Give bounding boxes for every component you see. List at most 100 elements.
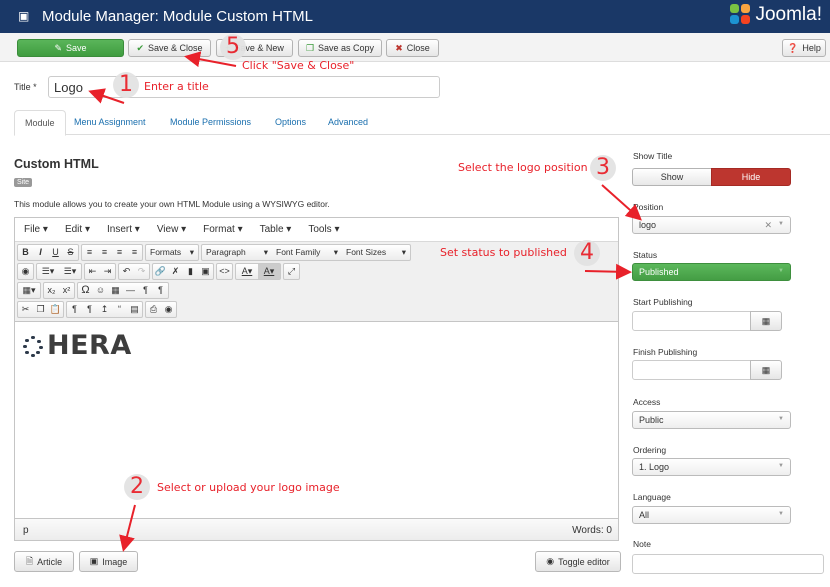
ltr-icon[interactable]: ¶ xyxy=(138,283,153,298)
joomla-logo[interactable]: Joomla! xyxy=(730,4,822,26)
app-header: ▣ Module Manager: Module Custom HTML Joo… xyxy=(0,0,830,33)
outdent-icon[interactable]: ⇤ xyxy=(85,264,100,279)
save-button[interactable]: ✎ Save xyxy=(17,39,124,57)
save-copy-button[interactable]: ❐ Save as Copy xyxy=(298,39,382,57)
access-select[interactable]: Public ▼ xyxy=(632,411,791,429)
step-1-badge: 1 xyxy=(113,72,139,98)
cancel-icon: ✖ xyxy=(395,42,403,53)
underline-icon[interactable]: U xyxy=(48,245,63,260)
bullet-list-icon[interactable]: ☰▾ xyxy=(37,264,59,279)
clear-icon[interactable]: ✕ xyxy=(764,220,772,231)
formats-dropdown[interactable]: Formats ▾ xyxy=(146,247,198,258)
find-replace-icon[interactable]: ◉ xyxy=(18,264,33,279)
finish-publishing-label: Finish Publishing xyxy=(633,347,698,357)
menu-edit[interactable]: Edit ▾ xyxy=(65,224,90,235)
edit-icon: ✎ xyxy=(54,42,63,53)
background-color-icon[interactable]: A▾ xyxy=(258,264,280,279)
status-select[interactable]: Published ▼ xyxy=(632,263,791,281)
indent-icon[interactable]: ⇥ xyxy=(100,264,115,279)
template-icon[interactable]: ▤ xyxy=(127,302,142,317)
eye-icon: ◉ xyxy=(546,556,555,566)
copy-text-icon[interactable]: ❐ xyxy=(33,302,48,317)
menu-view[interactable]: View ▾ xyxy=(157,224,186,235)
tab-options[interactable]: Options xyxy=(265,110,316,135)
horizontal-rule-icon[interactable]: — xyxy=(123,283,138,298)
ordering-select[interactable]: 1. Logo ▼ xyxy=(632,458,791,476)
font-family-dropdown[interactable]: Font Family ▾ xyxy=(272,247,342,258)
finish-calendar-button[interactable]: ▦ xyxy=(750,360,782,380)
start-calendar-button[interactable]: ▦ xyxy=(750,311,782,331)
step-1-text: Enter a title xyxy=(144,80,209,93)
cut-icon[interactable]: ✂ xyxy=(18,302,33,317)
strikethrough-icon[interactable]: S xyxy=(63,245,78,260)
unlink-icon[interactable]: ✗ xyxy=(168,264,183,279)
preview-icon[interactable]: ◉ xyxy=(161,302,176,317)
align-center-icon[interactable]: ≡ xyxy=(97,245,112,260)
fullscreen-icon[interactable]: ⤢ xyxy=(284,264,299,279)
toggle-editor-button[interactable]: ◉ Toggle editor xyxy=(535,551,621,572)
menu-file[interactable]: File ▾ xyxy=(24,224,48,235)
emoticons-icon[interactable]: ☺ xyxy=(93,283,108,298)
paragraph-dropdown[interactable]: Paragraph ▾ xyxy=(202,247,272,258)
paragraph-icon[interactable]: ¶ xyxy=(67,302,82,317)
media-icon[interactable]: ▦ xyxy=(108,283,123,298)
step-3-text: Select the logo position xyxy=(458,161,588,174)
align-left-icon[interactable]: ≡ xyxy=(82,245,97,260)
note-input[interactable] xyxy=(632,554,824,574)
special-char-icon[interactable]: Ω xyxy=(78,283,93,298)
chevron-down-icon: ▼ xyxy=(778,463,784,469)
close-button[interactable]: ✖ Close xyxy=(386,39,439,57)
hera-text: HERA xyxy=(47,330,132,361)
tab-advanced[interactable]: Advanced xyxy=(318,110,378,135)
calendar-icon: ▦ xyxy=(761,315,771,326)
italic-icon[interactable]: I xyxy=(33,245,48,260)
numbered-list-icon[interactable]: ☰▾ xyxy=(59,264,81,279)
finish-publishing-input[interactable] xyxy=(632,360,751,380)
insert-image-icon[interactable]: ▣ xyxy=(198,264,213,279)
show-option[interactable]: Show xyxy=(632,168,711,186)
title-input[interactable]: Logo xyxy=(48,76,440,98)
menu-format[interactable]: Format ▾ xyxy=(203,224,242,235)
tab-menu-assignment[interactable]: Menu Assignment xyxy=(64,110,156,135)
rtl-icon[interactable]: ¶ xyxy=(153,283,168,298)
tab-module[interactable]: Module xyxy=(14,110,66,136)
language-select[interactable]: All ▼ xyxy=(632,506,791,524)
check-icon: ✔ xyxy=(136,42,144,53)
menu-insert[interactable]: Insert ▾ xyxy=(107,224,140,235)
paste-icon[interactable]: 📋 xyxy=(48,302,63,317)
blockquote-icon[interactable]: “ xyxy=(112,302,127,317)
help-button[interactable]: ❓ Help xyxy=(782,39,826,57)
subscript-icon[interactable]: x₂ xyxy=(44,283,59,298)
element-path[interactable]: p xyxy=(23,525,29,536)
menu-table[interactable]: Table ▾ xyxy=(260,224,292,235)
redo-icon[interactable]: ↷ xyxy=(134,264,149,279)
align-right-icon[interactable]: ≡ xyxy=(112,245,127,260)
article-button[interactable]: 🗎 Article xyxy=(14,551,74,572)
upload-icon[interactable]: ↥ xyxy=(97,302,112,317)
link-icon[interactable]: 🔗 xyxy=(153,264,168,279)
step-2-text: Select or upload your logo image xyxy=(157,481,340,494)
position-select[interactable]: logo ✕ ▼ xyxy=(632,216,791,234)
save-close-button[interactable]: ✔ Save & Close xyxy=(128,39,211,57)
tab-module-permissions[interactable]: Module Permissions xyxy=(160,110,261,135)
font-sizes-dropdown[interactable]: Font Sizes ▾ xyxy=(342,247,410,258)
hide-option[interactable]: Hide xyxy=(711,168,791,186)
status-label: Status xyxy=(633,250,658,260)
visual-chars-icon[interactable]: ¶ xyxy=(82,302,97,317)
image-button[interactable]: ▣ Image xyxy=(79,551,138,572)
align-justify-icon[interactable]: ≡ xyxy=(127,245,142,260)
hera-dots-icon xyxy=(22,335,44,357)
hera-logo-image[interactable]: HERA xyxy=(22,330,132,361)
start-publishing-input[interactable] xyxy=(632,311,751,331)
editor-menubar: File ▾ Edit ▾ Insert ▾ View ▾ Format ▾ T… xyxy=(15,218,618,242)
text-color-icon[interactable]: A▾ xyxy=(236,264,258,279)
table-icon[interactable]: ▦▾ xyxy=(18,283,40,298)
menu-tools[interactable]: Tools ▾ xyxy=(308,224,339,235)
superscript-icon[interactable]: x² xyxy=(59,283,74,298)
editor-statusbar: p Words: 0 xyxy=(15,518,618,540)
print-icon[interactable]: ⎙ xyxy=(146,302,161,317)
bookmark-icon[interactable]: ▮ xyxy=(183,264,198,279)
code-icon[interactable]: <> xyxy=(217,264,232,279)
undo-icon[interactable]: ↶ xyxy=(119,264,134,279)
bold-icon[interactable]: B xyxy=(18,245,33,260)
